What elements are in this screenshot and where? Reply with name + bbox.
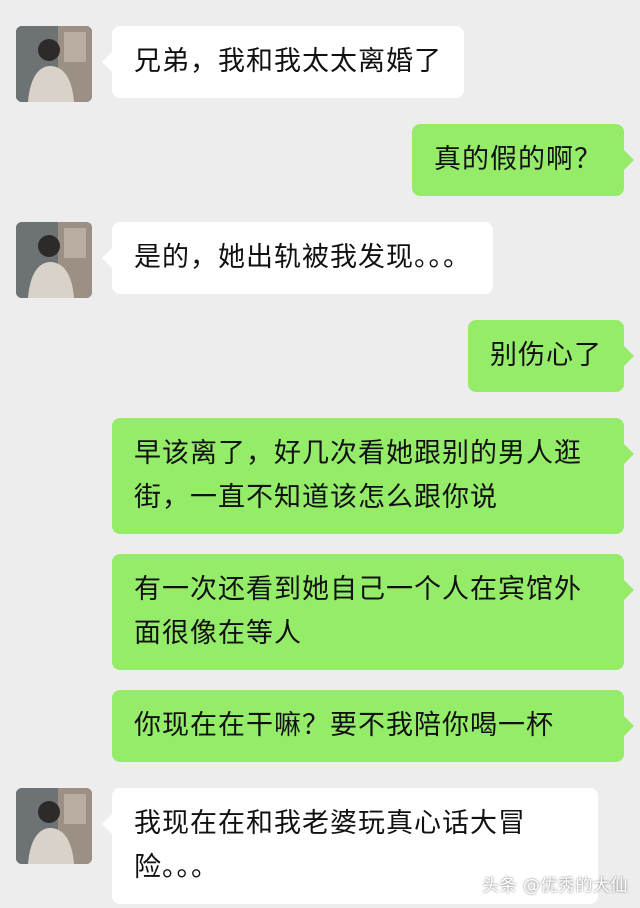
message-text: 兄弟，我和我太太离婚了 xyxy=(134,46,442,77)
message-bubble-incoming: 是的，她出轨被我发现。。。 xyxy=(102,222,493,294)
message-text: 是的，她出轨被我发现。。。 xyxy=(134,242,471,273)
watermark: 头条 @优秀的大仙 xyxy=(482,876,628,896)
contact-avatar[interactable] xyxy=(16,26,92,102)
avatar-photo-icon xyxy=(16,222,92,298)
message-bubble-outgoing: 别伤心了 xyxy=(468,320,634,392)
contact-avatar[interactable] xyxy=(16,788,92,864)
message-bubble-outgoing: 你现在在干嘛？要不我陪你喝一杯 xyxy=(112,690,634,762)
message-bubble-outgoing: 早该离了，好几次看她跟别的男人逛街，一直不知道该怎么跟你说 xyxy=(112,418,634,534)
message-text: 有一次还看到她自己一个人在宾馆外面很像在等人 xyxy=(134,574,582,649)
message-bubble-outgoing: 真的假的啊？ xyxy=(412,124,634,196)
message-text: 你现在在干嘛？要不我陪你喝一杯 xyxy=(134,710,554,741)
contact-avatar[interactable] xyxy=(16,222,92,298)
message-text: 早该离了，好几次看她跟别的男人逛街，一直不知道该怎么跟你说 xyxy=(134,438,582,513)
avatar-photo-icon xyxy=(16,26,92,102)
message-bubble-outgoing: 有一次还看到她自己一个人在宾馆外面很像在等人 xyxy=(112,554,634,670)
avatar-photo-icon xyxy=(16,788,92,864)
message-bubble-incoming: 兄弟，我和我太太离婚了 xyxy=(102,26,464,98)
message-text: 别伤心了 xyxy=(490,340,602,371)
message-text: 真的假的啊？ xyxy=(434,144,602,175)
message-text: 我现在在和我老婆玩真心话大冒险。。。 xyxy=(134,808,526,883)
